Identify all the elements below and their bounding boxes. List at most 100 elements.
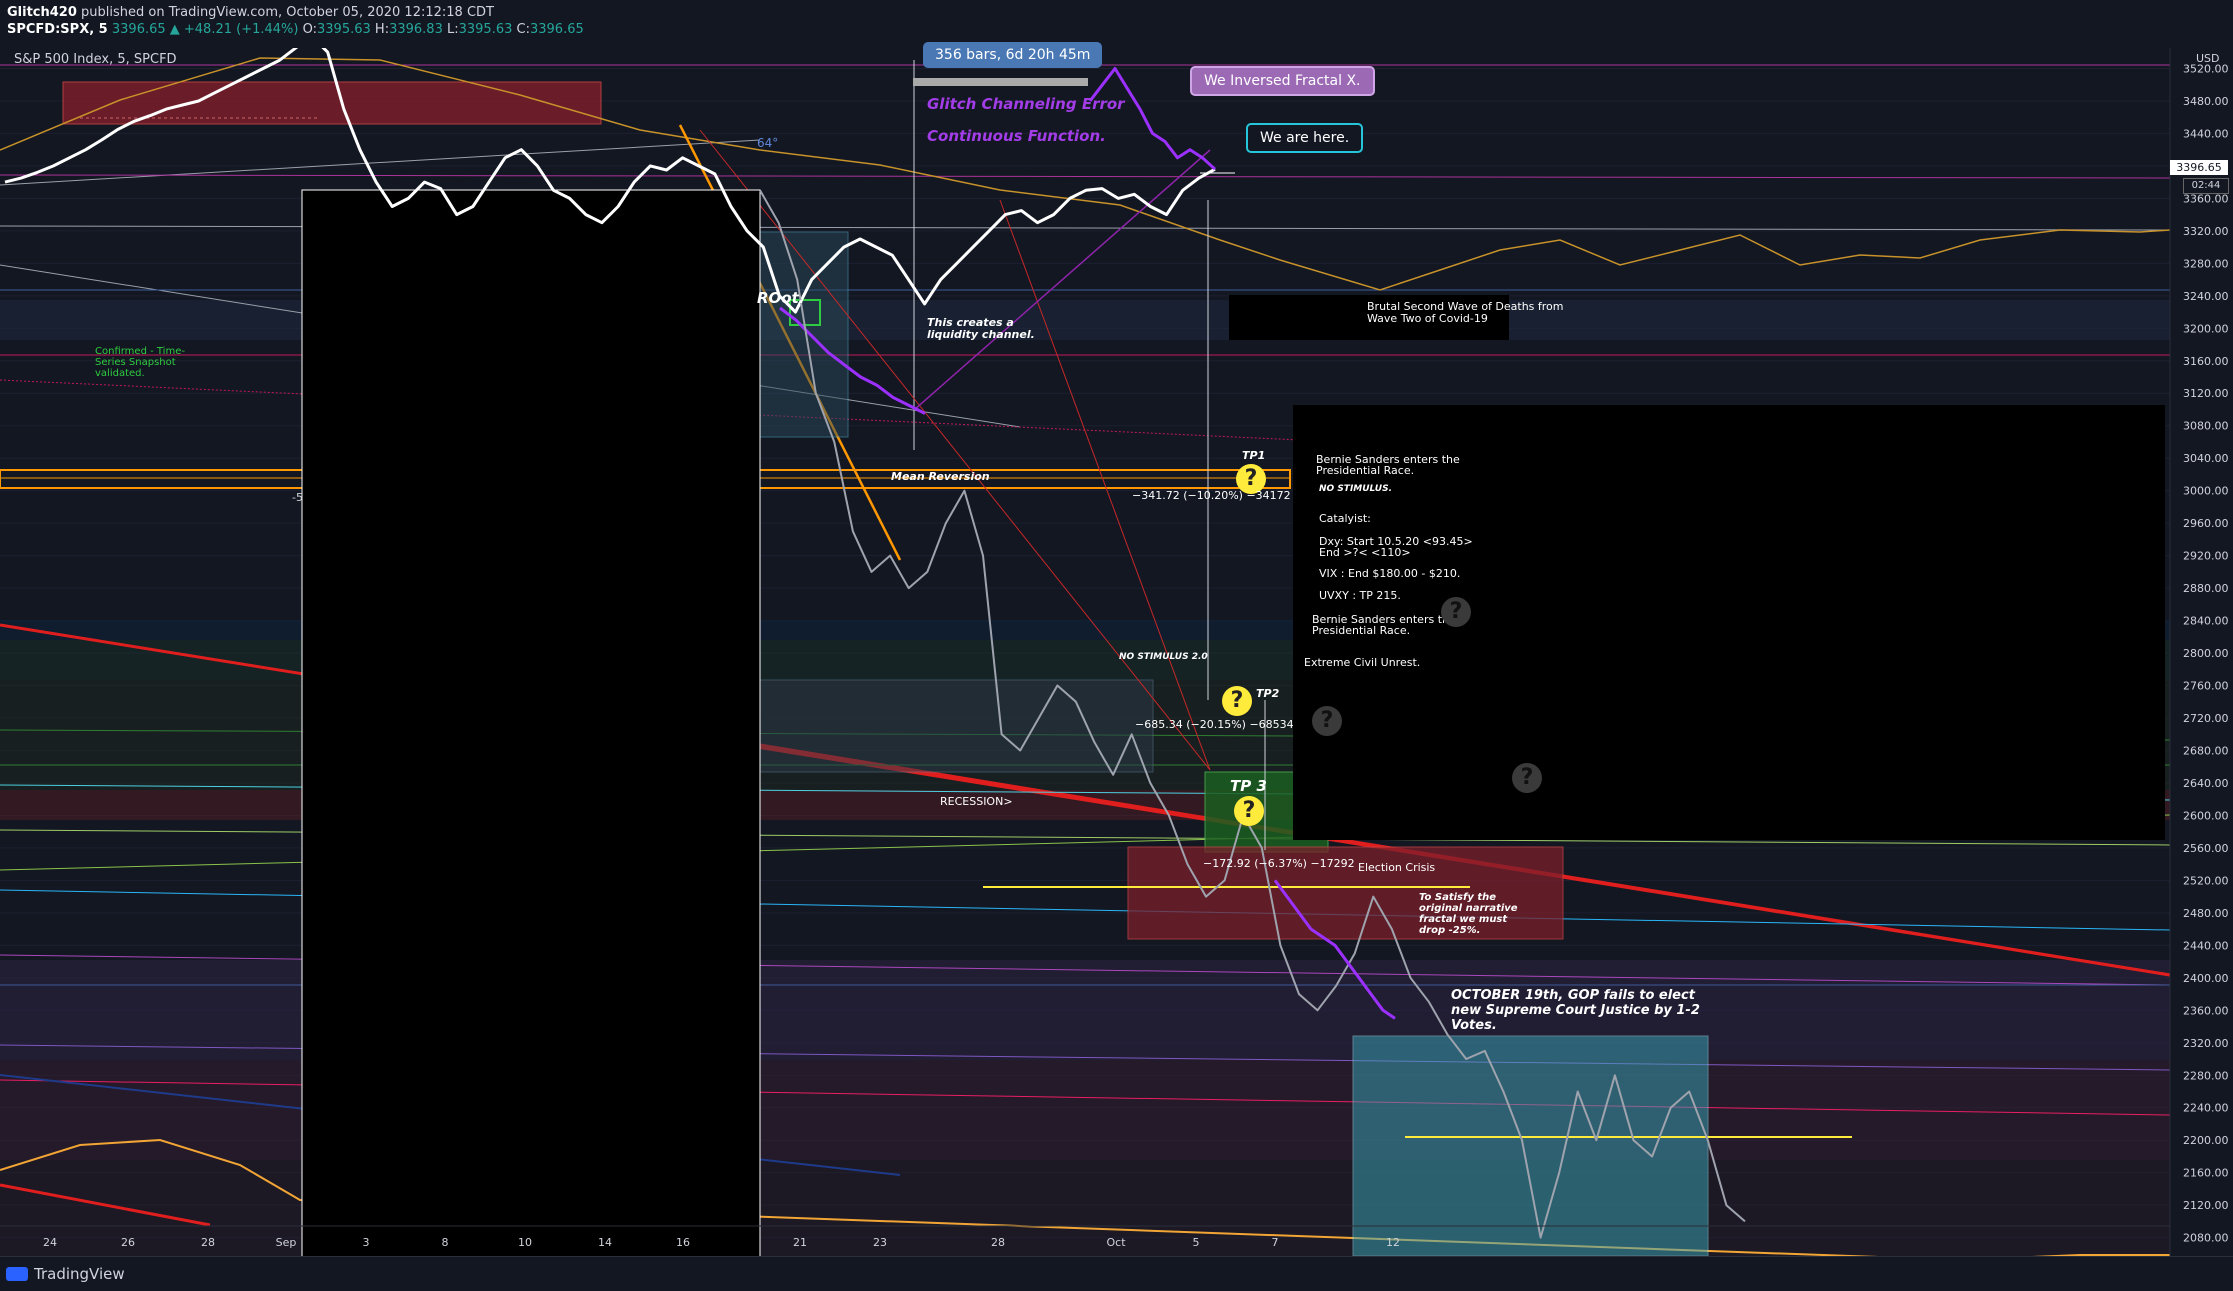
x-tick-label: 14 bbox=[598, 1236, 612, 1249]
symbol-title: S&P 500 Index, 5, SPCFD bbox=[14, 52, 177, 67]
uvxy-text: UVXY : TP 215. bbox=[1319, 589, 1401, 602]
currency-label[interactable]: USD bbox=[2196, 52, 2220, 65]
question-badge-grey-1: ? bbox=[1441, 597, 1471, 627]
glitch-text-2: Continuous Function. bbox=[927, 127, 1106, 145]
no-stimulus-label: NO STIMULUS. bbox=[1319, 484, 1393, 494]
author[interactable]: Glitch420 bbox=[7, 5, 77, 20]
y-tick-label: 2280.00 bbox=[2183, 1069, 2229, 1082]
h-label: H: bbox=[374, 22, 390, 37]
x-tick-label: 28 bbox=[201, 1236, 215, 1249]
y-tick-label: 3160.00 bbox=[2183, 355, 2229, 368]
brand-label: TradingView bbox=[34, 1265, 125, 1283]
y-tick-label: 2080.00 bbox=[2183, 1232, 2229, 1245]
l-value: 3395.63 bbox=[458, 22, 513, 37]
y-tick-label: 3040.00 bbox=[2183, 452, 2229, 465]
y-tick-label: 3280.00 bbox=[2183, 257, 2229, 270]
y-tick-label: 3320.00 bbox=[2183, 225, 2229, 238]
mean-reversion-label: Mean Reversion bbox=[891, 470, 990, 483]
angle-label: 64° bbox=[757, 136, 779, 150]
y-tick-label: 3360.00 bbox=[2183, 192, 2229, 205]
ohlc-line: SPCFD:SPX, 5 3396.65 ▲ +48.21 (+1.44%) O… bbox=[7, 22, 584, 37]
inversed-callout: We Inversed Fractal X. bbox=[1190, 66, 1375, 96]
y-tick-label: 2360.00 bbox=[2183, 1004, 2229, 1017]
y-tick-label: 2480.00 bbox=[2183, 907, 2229, 920]
recession-label: RECESSION> bbox=[940, 795, 1013, 808]
x-tick-label: 24 bbox=[43, 1236, 57, 1249]
tp2-measure: −685.34 (−20.15%) −68534 bbox=[1135, 718, 1294, 731]
price-change: 3396.65 ▲ +48.21 (+1.44%) bbox=[111, 22, 299, 37]
tradingview-logo[interactable]: TradingView bbox=[6, 1265, 125, 1283]
oct19-text-3: Votes. bbox=[1451, 1018, 1497, 1033]
y-tick-label: 3080.00 bbox=[2183, 420, 2229, 433]
h-value: 3396.83 bbox=[389, 22, 443, 37]
x-tick-label: 28 bbox=[991, 1236, 1005, 1249]
satisfy-text-1: To Satisfy the bbox=[1419, 892, 1497, 903]
tp3-question-badge: ? bbox=[1234, 796, 1264, 826]
y-tick-label: 2120.00 bbox=[2183, 1199, 2229, 1212]
oct19-text-2: new Supreme Court Justice by 1-2 bbox=[1451, 1003, 1700, 1018]
y-tick-label: 3000.00 bbox=[2183, 485, 2229, 498]
x-tick-label: 21 bbox=[793, 1236, 807, 1249]
c-label: C: bbox=[516, 22, 530, 37]
y-tick-label: 3240.00 bbox=[2183, 290, 2229, 303]
confirmed-text-3: validated. bbox=[95, 368, 145, 379]
y-tick-label: 3440.00 bbox=[2183, 127, 2229, 140]
x-tick-label: 5 bbox=[1193, 1236, 1200, 1249]
satisfy-text-3: fractal we must bbox=[1419, 914, 1508, 925]
root-label: ROot. bbox=[757, 289, 805, 307]
bar-countdown: 02:44 bbox=[2183, 178, 2229, 194]
confirmed-text-1: Confirmed - Time- bbox=[95, 346, 185, 357]
l-label: L: bbox=[446, 22, 459, 37]
here-callout: We are here. bbox=[1246, 123, 1364, 153]
x-tick-label: 7 bbox=[1272, 1236, 1279, 1249]
no-stimulus-2-label: NO STIMULUS 2.0 bbox=[1119, 652, 1208, 662]
last-price-tag: 3396.65 bbox=[2170, 160, 2228, 175]
bars-range-label: 356 bars, 6d 20h 45m bbox=[923, 42, 1103, 68]
x-tick-label: 26 bbox=[121, 1236, 135, 1249]
bernie-text-4: Presidential Race. bbox=[1312, 624, 1411, 637]
c-value: 3396.65 bbox=[529, 22, 584, 37]
glitch-text-1: Glitch Channeling Error bbox=[927, 95, 1125, 113]
author-line: Glitch420 published on TradingView.com, … bbox=[7, 5, 494, 20]
question-badge-grey-2: ? bbox=[1312, 706, 1342, 736]
y-tick-label: 2600.00 bbox=[2183, 809, 2229, 822]
x-tick-label: Oct bbox=[1106, 1236, 1126, 1249]
vix-text: VIX : End $180.00 - $210. bbox=[1319, 567, 1461, 580]
y-tick-label: 2680.00 bbox=[2183, 744, 2229, 757]
ticker: SPCFD:SPX, 5 bbox=[7, 22, 108, 37]
x-tick-label: Sep bbox=[276, 1236, 297, 1249]
y-tick-label: 2320.00 bbox=[2183, 1037, 2229, 1050]
dxy-text-2: End >?< <110> bbox=[1319, 546, 1411, 559]
x-tick-label: 3 bbox=[363, 1236, 370, 1249]
bernie-text-2: Presidential Race. bbox=[1316, 464, 1415, 477]
x-tick-label: 8 bbox=[442, 1236, 449, 1249]
o-value: 3395.63 bbox=[317, 22, 371, 37]
minus-label: -5 bbox=[292, 491, 303, 504]
brutal-text-2: Wave Two of Covid-19 bbox=[1367, 312, 1488, 325]
y-tick-label: 3480.00 bbox=[2183, 95, 2229, 108]
satisfy-text-4: drop -25%. bbox=[1419, 925, 1481, 936]
y-tick-label: 2640.00 bbox=[2183, 777, 2229, 790]
question-badge-grey-3: ? bbox=[1512, 763, 1542, 793]
tp3-label: TP 3 bbox=[1230, 777, 1267, 795]
footer: TradingView bbox=[0, 1256, 2233, 1291]
oct19-text-1: OCTOBER 19th, GOP fails to elect bbox=[1451, 988, 1695, 1003]
y-tick-label: 2720.00 bbox=[2183, 712, 2229, 725]
liquidity-text-2: liquidity channel. bbox=[927, 328, 1035, 341]
tp2-label: TP2 bbox=[1256, 687, 1280, 700]
y-tick-label: 2160.00 bbox=[2183, 1167, 2229, 1180]
y-tick-label: 3120.00 bbox=[2183, 387, 2229, 400]
tp2-question-badge: ? bbox=[1222, 686, 1252, 716]
y-tick-label: 2560.00 bbox=[2183, 842, 2229, 855]
y-tick-label: 2840.00 bbox=[2183, 615, 2229, 628]
civil-unrest-text: Extreme Civil Unrest. bbox=[1304, 656, 1421, 669]
tp1-label: TP1 bbox=[1242, 449, 1266, 462]
x-tick-label: 10 bbox=[518, 1236, 532, 1249]
confirmed-text-2: Series Snapshot bbox=[95, 357, 176, 368]
y-tick-label: 2920.00 bbox=[2183, 550, 2229, 563]
x-tick-label: 23 bbox=[873, 1236, 887, 1249]
tp3-measure: −172.92 (−6.37%) −17292 bbox=[1203, 857, 1355, 870]
y-tick-label: 2760.00 bbox=[2183, 680, 2229, 693]
y-tick-label: 2440.00 bbox=[2183, 939, 2229, 952]
y-tick-label: 2400.00 bbox=[2183, 972, 2229, 985]
